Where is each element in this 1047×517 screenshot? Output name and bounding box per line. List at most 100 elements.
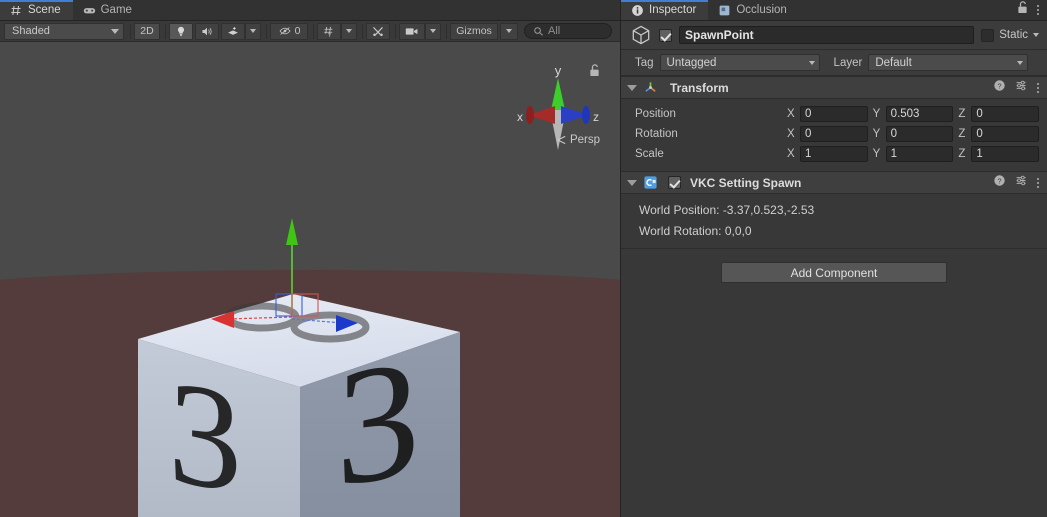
scale-z-value: 1 [971,146,1039,162]
tag-dropdown[interactable]: Untagged [660,54,820,71]
hidden-objects-button[interactable]: 0 [270,23,308,40]
toolbar-separator [362,24,363,39]
chevron-down-icon [346,29,352,33]
speaker-icon [201,25,213,38]
grid-snap-button[interactable]: Y [317,23,341,40]
help-icon[interactable]: ? [993,79,1006,97]
tab-game[interactable]: Game [73,0,144,20]
projection-label: Persp [570,134,600,146]
gameobject-header: SpawnPoint Static [621,21,1047,50]
axis-z-label: Z [958,108,967,120]
scale-z-field[interactable]: Z 1 [958,146,1039,162]
vkc-body: World Position: -3.37,0.523,-2.53 World … [621,194,1047,248]
rotation-x-field[interactable]: X 0 [787,126,868,142]
preset-icon[interactable] [1015,174,1028,192]
projection-mode[interactable]: Persp [556,134,600,146]
transform-menu-icon[interactable] [1037,83,1039,93]
scale-x-field[interactable]: X 1 [787,146,868,162]
svg-text:Y: Y [328,33,332,38]
add-component-button[interactable]: Add Component [721,262,947,283]
add-component-zone: Add Component [621,248,1047,296]
vkc-menu-icon[interactable] [1037,178,1039,188]
layer-value: Default [875,57,911,69]
chevron-down-icon [809,61,815,65]
vkc-component-header[interactable]: VKC Setting Spawn ? [621,171,1047,194]
inspector-tab-actions [1017,0,1047,20]
transform-row-position: Position X 0 Y 0.503 Z 0 [635,104,1039,124]
transform-icon [643,80,658,95]
transform-foldout-icon[interactable] [627,85,637,91]
position-z-field[interactable]: Z 0 [958,106,1039,122]
axis-z-label: Z [958,128,967,140]
inspector-panel: Inspector Occlusion [620,0,1047,517]
svg-text:3: 3 [168,349,242,517]
layer-label: Layer [834,57,863,69]
vkc-world-rotation: World Rotation: 0,0,0 [635,220,1039,241]
static-checkbox[interactable] [981,29,994,42]
gizmos-button[interactable]: Gizmos [450,23,498,40]
scene-search-input[interactable]: All [524,23,612,39]
rotation-y-field[interactable]: Y 0 [873,126,954,142]
draw-mode-value: Shaded [12,25,50,37]
scale-y-field[interactable]: Y 1 [873,146,954,162]
inspector-lock-icon[interactable] [1017,1,1028,19]
cube-object: 3 3 [138,294,460,517]
toolbar-separator [130,24,131,39]
inspector-menu-icon[interactable] [1037,5,1039,15]
fx-dropdown-button[interactable] [245,23,261,40]
layer-dropdown[interactable]: Default [868,54,1028,71]
toggle-2d-label: 2D [140,25,153,37]
static-toggle-group[interactable]: Static [981,29,1039,42]
scene-toolbar: Shaded 2D [0,21,620,42]
axis-x-label: X [787,128,796,140]
chevron-down-icon [111,29,119,34]
gamepad-icon [83,4,96,17]
occlusion-icon [718,4,731,17]
scene-lock-icon[interactable] [589,64,600,82]
chevron-down-icon [430,29,436,33]
gameobject-name-input[interactable]: SpawnPoint [679,26,974,44]
tab-scene[interactable]: Scene [0,0,73,20]
position-y-field[interactable]: Y 0.503 [873,106,954,122]
gameobject-enabled-checkbox[interactable] [659,29,672,42]
tab-scene-label: Scene [28,4,61,16]
inspector-tabstrip: Inspector Occlusion [621,0,1047,21]
scene-camera-button[interactable] [399,23,425,40]
transform-component-header[interactable]: Transform ? [621,76,1047,99]
toolbar-separator [165,24,166,39]
gizmos-dropdown-button[interactable] [500,23,518,40]
hidden-objects-count: 0 [295,25,301,37]
toggle-lighting-button[interactable] [169,23,193,40]
transform-title: Transform [670,81,729,95]
scene-tools-button[interactable] [366,23,390,40]
draw-mode-dropdown[interactable]: Shaded [4,23,124,40]
scene-search-placeholder: All [548,25,560,37]
scene-tabstrip: Scene Game [0,0,620,21]
vkc-enabled-checkbox[interactable] [668,176,681,189]
position-y-value: 0.503 [886,106,954,122]
camera-dropdown-button[interactable] [425,23,441,40]
position-z-value: 0 [971,106,1039,122]
transform-actions: ? [993,79,1039,97]
position-label: Position [635,108,787,120]
position-x-field[interactable]: X 0 [787,106,868,122]
rotation-z-field[interactable]: Z 0 [958,126,1039,142]
toggle-fx-button[interactable] [221,23,245,40]
tab-inspector-label: Inspector [649,4,696,16]
scene-panel: Scene Game Shaded 2D [0,0,620,517]
toggle-2d-button[interactable]: 2D [134,23,160,40]
grid-dropdown-button[interactable] [341,23,357,40]
tab-inspector[interactable]: Inspector [621,0,708,20]
scene-view-gizmo[interactable]: y x z [512,58,604,168]
scale-label: Scale [635,148,787,160]
help-icon[interactable]: ? [993,174,1006,192]
scene-viewport[interactable]: 3 3 [0,42,620,517]
vkc-world-position: World Position: -3.37,0.523,-2.53 [635,199,1039,220]
preset-icon[interactable] [1015,79,1028,97]
vkc-foldout-icon[interactable] [627,180,637,186]
chevron-down-icon [506,29,512,33]
tag-value: Untagged [667,57,717,69]
tab-occlusion[interactable]: Occlusion [708,0,799,20]
toggle-audio-button[interactable] [195,23,219,40]
chevron-down-icon[interactable] [1033,33,1039,37]
